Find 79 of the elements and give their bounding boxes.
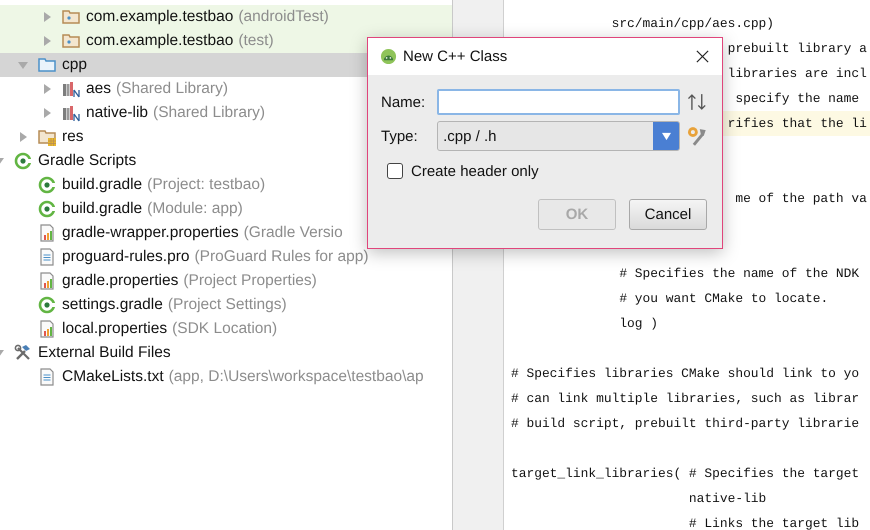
code-line: target_link_libraries( # Specifies the target bbox=[511, 466, 860, 481]
name-input[interactable] bbox=[437, 89, 680, 115]
tree-item[interactable]: gradle.properties (Project Properties) bbox=[0, 269, 452, 293]
item-label: aes bbox=[86, 80, 111, 98]
library-icon bbox=[62, 104, 80, 122]
item-detail: (app, D:\Users\workspace\testbao\ap bbox=[168, 368, 424, 386]
tree-item[interactable]: External Build Files bbox=[0, 341, 452, 365]
tree-item[interactable]: local.properties (SDK Location) bbox=[0, 317, 452, 341]
text-file-icon bbox=[38, 368, 56, 386]
item-detail: (test) bbox=[238, 32, 274, 50]
code-line: src/main/cpp/aes.cpp) bbox=[612, 16, 774, 31]
sort-icon[interactable] bbox=[686, 91, 708, 113]
code-line: prebuilt library a bbox=[728, 41, 867, 56]
gradle-icon bbox=[38, 200, 56, 218]
field-label: Name: bbox=[381, 94, 426, 110]
gradle-icon bbox=[38, 296, 56, 314]
tree-item[interactable]: proguard-rules.pro (ProGuard Rules for app) bbox=[0, 245, 452, 269]
wrench-icon[interactable] bbox=[686, 125, 708, 147]
code-line: # build script, prebuilt third-party librarie bbox=[511, 416, 860, 431]
package-folder-icon bbox=[62, 32, 80, 50]
code-line: rifies that the li bbox=[728, 116, 867, 131]
item-label: com.example.testbao bbox=[86, 32, 234, 50]
item-detail: (Project Properties) bbox=[183, 272, 317, 290]
item-label: Gradle Scripts bbox=[38, 152, 136, 170]
resource-folder-icon bbox=[38, 128, 56, 146]
field-label: Type: bbox=[381, 128, 419, 144]
package-folder-icon bbox=[62, 8, 80, 26]
item-label: CMakeLists.txt bbox=[62, 368, 164, 386]
gradle-icon bbox=[14, 152, 32, 170]
item-detail: (androidTest) bbox=[238, 8, 329, 26]
header-only-checkbox[interactable]: Create header only bbox=[387, 159, 539, 183]
tree-item[interactable]: gradle-wrapper.properties (Gradle Versio bbox=[0, 221, 452, 245]
tree-item[interactable]: CMakeLists.txt (app, D:\Users\workspace\testbao\ap bbox=[0, 365, 452, 389]
library-icon bbox=[62, 80, 80, 98]
item-label: native-lib bbox=[86, 104, 148, 122]
item-detail: (Shared Library) bbox=[153, 104, 266, 122]
tree-item[interactable]: settings.gradle (Project Settings) bbox=[0, 293, 452, 317]
folder-icon bbox=[38, 56, 56, 74]
properties-file-icon bbox=[38, 224, 56, 242]
tree-item[interactable]: build.gradle (Module: app) bbox=[0, 197, 452, 221]
item-label: External Build Files bbox=[38, 344, 171, 362]
item-label: build.gradle bbox=[62, 200, 142, 218]
item-detail: (Project Settings) bbox=[168, 296, 287, 314]
item-label: proguard-rules.pro bbox=[62, 248, 190, 266]
tree-item[interactable]: com.example.testbao (androidTest) bbox=[0, 5, 452, 29]
properties-file-icon bbox=[38, 272, 56, 290]
properties-file-icon bbox=[38, 320, 56, 338]
item-label: build.gradle bbox=[62, 176, 142, 194]
tools-icon bbox=[14, 344, 32, 362]
item-detail: (Shared Library) bbox=[116, 80, 228, 98]
code-line: # Links the target lib bbox=[688, 516, 860, 530]
type-dropdown[interactable]: .cpp / .h bbox=[437, 121, 680, 151]
code-line: native-lib bbox=[688, 491, 766, 506]
code-line: # can link multiple libraries, such as librar bbox=[511, 391, 860, 406]
text-file-icon bbox=[38, 248, 56, 266]
code-line: # Specifies the name of the NDK bbox=[619, 266, 860, 281]
item-detail: (ProGuard Rules for app) bbox=[194, 248, 369, 266]
close-icon[interactable] bbox=[695, 49, 710, 64]
code-line: log ) bbox=[619, 316, 658, 331]
code-line: me of the path va bbox=[735, 191, 867, 206]
item-detail: (Gradle Versio bbox=[244, 224, 343, 242]
item-label: res bbox=[62, 128, 84, 146]
item-label: settings.gradle bbox=[62, 296, 163, 314]
code-line: libraries are incl bbox=[728, 66, 867, 81]
android-icon bbox=[380, 48, 397, 65]
item-label: com.example.testbao bbox=[86, 8, 234, 26]
gradle-icon bbox=[38, 176, 56, 194]
code-line: specify the name bbox=[735, 91, 860, 106]
item-detail: (SDK Location) bbox=[172, 320, 278, 338]
code-line: # you want CMake to locate. bbox=[619, 291, 828, 306]
item-label: local.properties bbox=[62, 320, 168, 338]
code-line: # Specifies libraries CMake should link to yo bbox=[511, 366, 860, 381]
item-detail: (Module: app) bbox=[147, 200, 243, 218]
dropdown-arrow-icon bbox=[660, 132, 672, 140]
item-label: gradle.properties bbox=[62, 272, 178, 290]
cancel-button[interactable]: Cancel bbox=[629, 199, 707, 230]
item-label: cpp bbox=[62, 56, 87, 74]
item-label: gradle-wrapper.properties bbox=[62, 224, 239, 242]
item-detail: (Project: testbao) bbox=[147, 176, 266, 194]
